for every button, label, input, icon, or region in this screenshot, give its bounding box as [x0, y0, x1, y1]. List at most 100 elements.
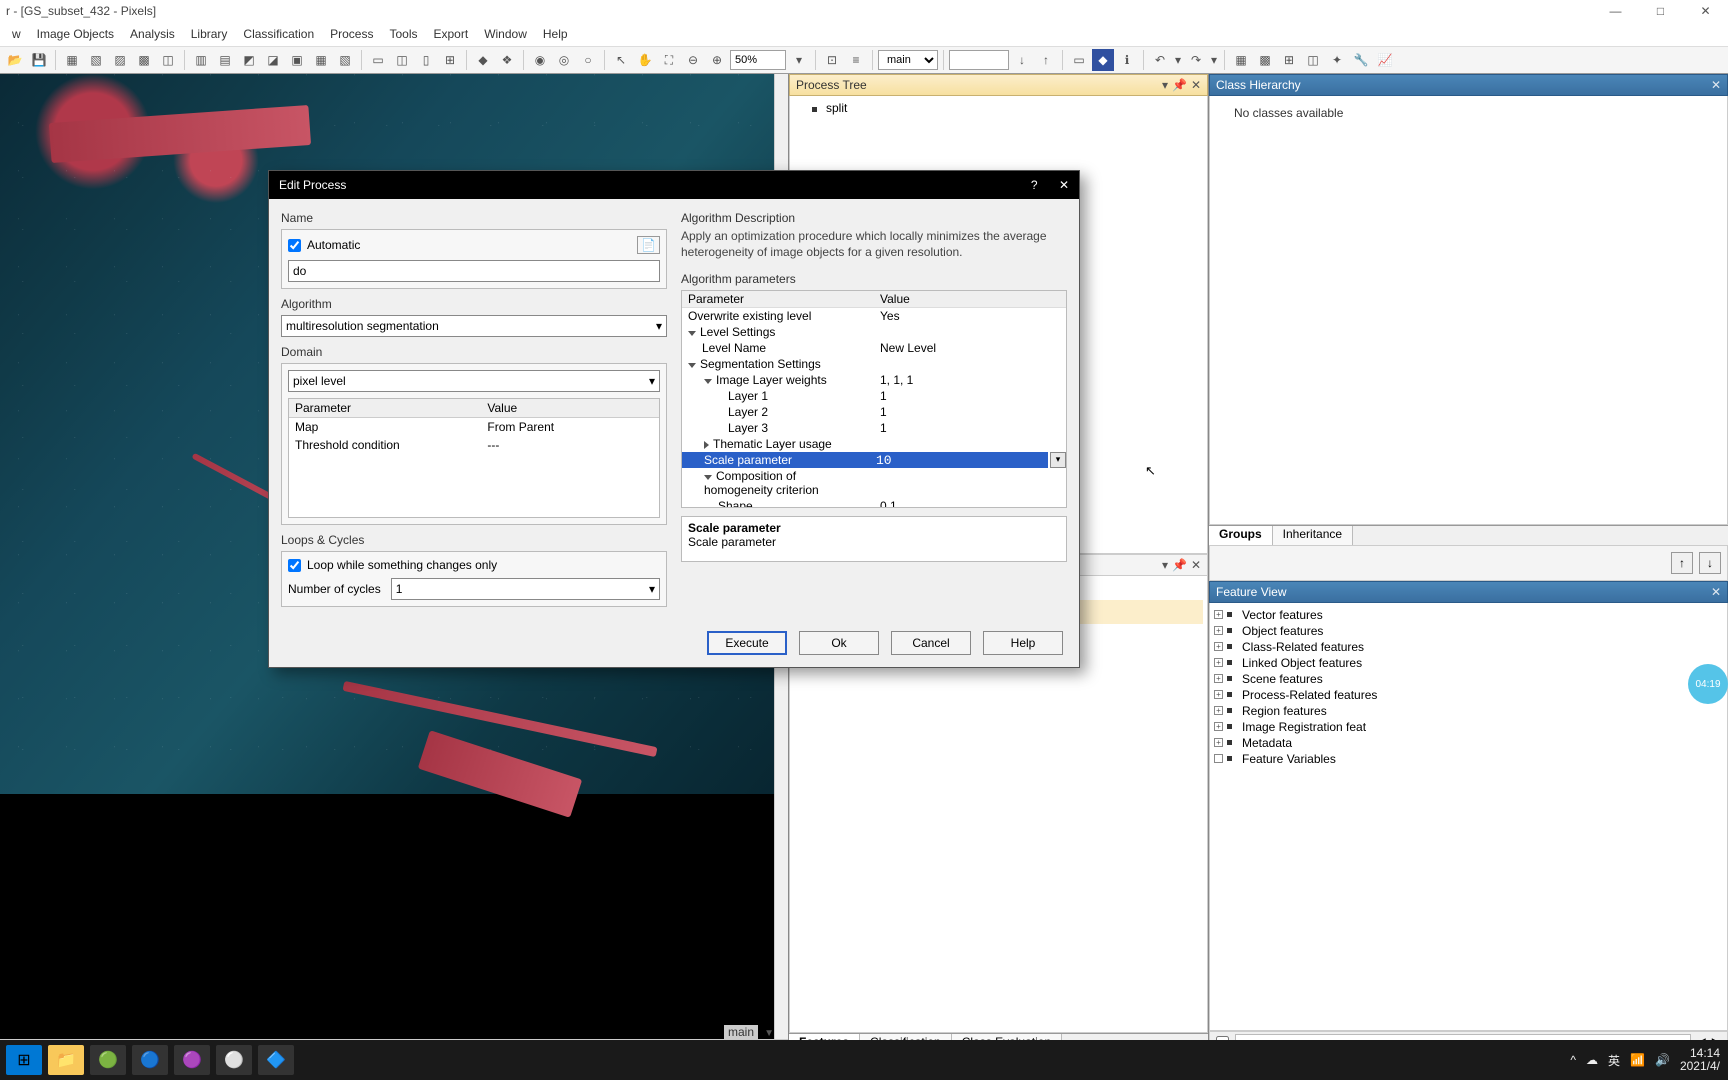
menu-item[interactable]: Window	[476, 25, 535, 43]
zoom-combo[interactable]	[730, 50, 786, 70]
tool-icon[interactable]: ○	[577, 49, 599, 71]
group-row[interactable]: Composition of homogeneity criterion	[682, 468, 1066, 498]
cancel-button[interactable]: Cancel	[891, 631, 971, 655]
settings-icon[interactable]: ✦	[1326, 49, 1348, 71]
expand-icon[interactable]: +	[1214, 626, 1223, 635]
expand-icon[interactable]: +	[1214, 674, 1223, 683]
tool-icon[interactable]: ≡	[845, 49, 867, 71]
maximize-button[interactable]: □	[1638, 0, 1683, 22]
table-row[interactable]: Overwrite existing levelYes	[682, 308, 1066, 324]
automatic-checkbox[interactable]: Automatic	[288, 238, 360, 252]
tool-icon[interactable]: ◆	[472, 49, 494, 71]
app-icon[interactable]: 🟣	[174, 1045, 210, 1075]
redo-icon[interactable]: ↷	[1185, 49, 1207, 71]
up-arrow-icon[interactable]: ↑	[1035, 49, 1057, 71]
close-icon[interactable]: ✕	[1191, 78, 1201, 92]
chevron-down-icon[interactable]: ▼	[764, 1028, 774, 1039]
collapse-icon[interactable]	[704, 475, 712, 480]
expand-icon[interactable]: +	[1214, 690, 1223, 699]
tool-icon[interactable]: ◫	[1302, 49, 1324, 71]
chevron-up-icon[interactable]: ^	[1570, 1053, 1576, 1067]
list-item[interactable]: +Linked Object features	[1214, 655, 1723, 671]
menu-item[interactable]: Tools	[381, 25, 425, 43]
menu-item[interactable]: Process	[322, 25, 381, 43]
menu-item[interactable]: Classification	[235, 25, 322, 43]
tool-icon[interactable]: ◆	[1092, 49, 1114, 71]
pan-icon[interactable]: ✋	[634, 49, 656, 71]
tree-item[interactable]: split	[794, 100, 1203, 117]
tool-icon[interactable]: ◩	[238, 49, 260, 71]
tool-icon[interactable]: ▩	[1254, 49, 1276, 71]
table-row[interactable]: Shape0.1	[682, 498, 1066, 508]
table-row-selected[interactable]: Scale parameter ▾	[682, 452, 1066, 468]
start-button[interactable]: ⊞	[6, 1045, 42, 1075]
tool-icon[interactable]: ◪	[262, 49, 284, 71]
expand-icon[interactable]: +	[1214, 642, 1223, 651]
list-item[interactable]: +Metadata	[1214, 735, 1723, 751]
list-item[interactable]: +Object features	[1214, 623, 1723, 639]
close-icon[interactable]: ✕	[1711, 585, 1721, 599]
zoom-out-icon[interactable]: ⊖	[682, 49, 704, 71]
pointer-icon[interactable]: ↖	[610, 49, 632, 71]
layout-icon[interactable]: ⊞	[439, 49, 461, 71]
tool-icon[interactable]: ▤	[214, 49, 236, 71]
expand-icon[interactable]: +	[1214, 706, 1223, 715]
menu-item[interactable]: Export	[426, 25, 477, 43]
tool-icon[interactable]: ▧	[85, 49, 107, 71]
down-arrow-button[interactable]: ↓	[1699, 552, 1721, 574]
tool-icon[interactable]: ▭	[1068, 49, 1090, 71]
pin-icon[interactable]: 📌	[1172, 558, 1187, 572]
save-icon[interactable]: 💾	[28, 49, 50, 71]
menu-item[interactable]: Help	[535, 25, 576, 43]
tool-icon[interactable]: ◉	[529, 49, 551, 71]
table-row[interactable]: Level NameNew Level	[682, 340, 1066, 356]
close-icon[interactable]: ✕	[1711, 78, 1721, 92]
cloud-icon[interactable]: ☁	[1586, 1053, 1598, 1067]
collapse-icon[interactable]	[688, 331, 696, 336]
chevron-down-icon[interactable]: ▾	[1209, 49, 1219, 71]
panel-header[interactable]: Feature View ✕	[1209, 581, 1728, 603]
name-input[interactable]	[288, 260, 660, 282]
algorithm-combo[interactable]: multiresolution segmentation ▾	[281, 315, 667, 337]
dialog-titlebar[interactable]: Edit Process ? ✕	[269, 171, 1079, 199]
group-row[interactable]: Level Settings	[682, 324, 1066, 340]
tool-icon[interactable]: ⊡	[821, 49, 843, 71]
layer-combo[interactable]: main	[878, 50, 938, 70]
zoom-in-icon[interactable]: ⊕	[706, 49, 728, 71]
expand-icon[interactable]: +	[1214, 722, 1223, 731]
table-row[interactable]: Map From Parent	[289, 418, 659, 436]
checkbox[interactable]	[288, 239, 301, 252]
chart-icon[interactable]: 📈	[1374, 49, 1396, 71]
dropdown-icon[interactable]: ▾	[1162, 78, 1168, 92]
app-icon[interactable]: ⚪	[216, 1045, 252, 1075]
close-icon[interactable]: ✕	[1059, 178, 1069, 192]
table-row[interactable]: Threshold condition ---	[289, 436, 659, 454]
help-button[interactable]: Help	[983, 631, 1063, 655]
close-icon[interactable]: ✕	[1191, 558, 1201, 572]
expand-icon[interactable]: +	[1214, 658, 1223, 667]
tool-icon[interactable]: ◫	[157, 49, 179, 71]
tool-icon[interactable]: ▦	[1230, 49, 1252, 71]
tab-groups[interactable]: Groups	[1209, 526, 1273, 545]
tool-icon[interactable]: ⊞	[1278, 49, 1300, 71]
volume-icon[interactable]: 🔊	[1655, 1053, 1670, 1067]
tool-icon[interactable]: ❖	[496, 49, 518, 71]
domain-combo[interactable]: pixel level ▾	[288, 370, 660, 392]
open-icon[interactable]: 📂	[4, 49, 26, 71]
execute-button[interactable]: Execute	[707, 631, 787, 655]
down-arrow-icon[interactable]: ↓	[1011, 49, 1033, 71]
zoom-fit-icon[interactable]: ⛶	[658, 49, 680, 71]
explorer-icon[interactable]: 📁	[48, 1045, 84, 1075]
undo-icon[interactable]: ↶	[1149, 49, 1171, 71]
scale-parameter-input[interactable]	[874, 452, 1048, 468]
edge-icon[interactable]: 🔵	[132, 1045, 168, 1075]
app-icon[interactable]: 🔷	[258, 1045, 294, 1075]
tool-icon[interactable]: ▩	[133, 49, 155, 71]
chevron-down-icon[interactable]: ▾	[788, 49, 810, 71]
tool-icon[interactable]: ▨	[109, 49, 131, 71]
chevron-down-icon[interactable]: ▾	[1173, 49, 1183, 71]
checkbox[interactable]	[288, 559, 301, 572]
list-item[interactable]: +Scene features	[1214, 671, 1723, 687]
list-item[interactable]: +Process-Related features	[1214, 687, 1723, 703]
group-row[interactable]: Segmentation Settings	[682, 356, 1066, 372]
